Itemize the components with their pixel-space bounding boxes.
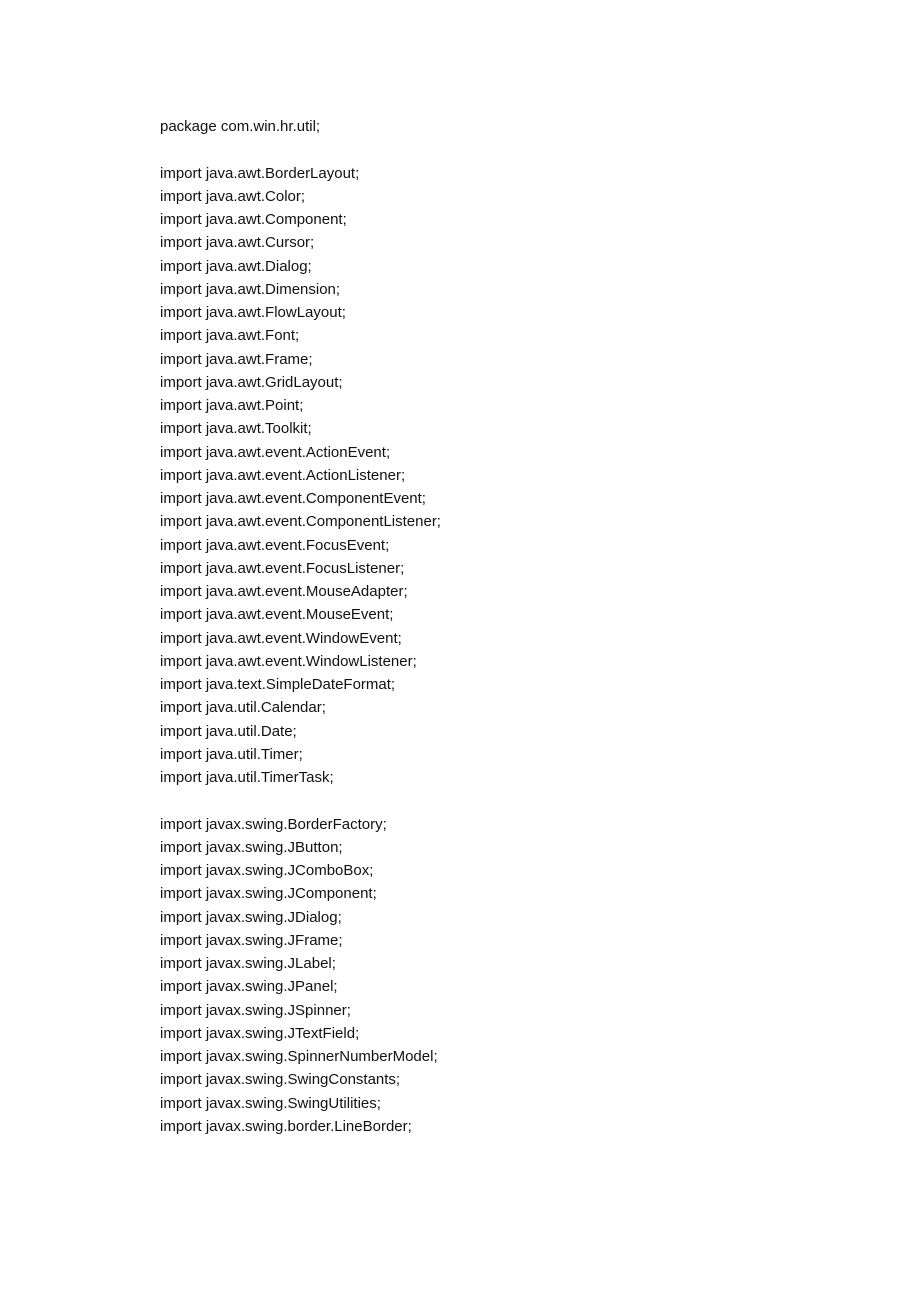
code-line: import java.awt.Dimension; xyxy=(160,278,920,301)
code-line: import java.awt.event.FocusListener; xyxy=(160,557,920,580)
code-line: package com.win.hr.util; xyxy=(160,115,920,138)
code-line: import javax.swing.JSpinner; xyxy=(160,999,920,1022)
code-line: import javax.swing.JTextField; xyxy=(160,1022,920,1045)
code-line: import java.awt.event.ComponentListener; xyxy=(160,510,920,533)
code-line: import java.awt.Toolkit; xyxy=(160,417,920,440)
code-line: import java.awt.event.ActionEvent; xyxy=(160,441,920,464)
code-line: import java.awt.FlowLayout; xyxy=(160,301,920,324)
code-line: import javax.swing.JPanel; xyxy=(160,975,920,998)
code-line: import java.util.Date; xyxy=(160,720,920,743)
code-line: import java.text.SimpleDateFormat; xyxy=(160,673,920,696)
code-line: import java.util.TimerTask; xyxy=(160,766,920,789)
code-line: import java.awt.event.ComponentEvent; xyxy=(160,487,920,510)
code-line: import javax.swing.border.LineBorder; xyxy=(160,1115,920,1138)
code-line: import java.awt.event.FocusEvent; xyxy=(160,534,920,557)
code-blank-line xyxy=(160,138,920,161)
code-line: import javax.swing.JDialog; xyxy=(160,906,920,929)
code-line: import javax.swing.SwingConstants; xyxy=(160,1068,920,1091)
code-line: import java.awt.Font; xyxy=(160,324,920,347)
code-line: import javax.swing.JComponent; xyxy=(160,882,920,905)
code-blank-line xyxy=(160,789,920,812)
code-line: import java.awt.Color; xyxy=(160,185,920,208)
code-line: import javax.swing.SwingUtilities; xyxy=(160,1092,920,1115)
code-line: import javax.swing.JFrame; xyxy=(160,929,920,952)
code-line: import javax.swing.JLabel; xyxy=(160,952,920,975)
code-line: import java.awt.event.MouseEvent; xyxy=(160,603,920,626)
code-line: import java.awt.Dialog; xyxy=(160,255,920,278)
code-line: import java.util.Calendar; xyxy=(160,696,920,719)
code-line: import javax.swing.JComboBox; xyxy=(160,859,920,882)
code-line: import javax.swing.BorderFactory; xyxy=(160,813,920,836)
code-line: import java.awt.Point; xyxy=(160,394,920,417)
code-line: import java.awt.Component; xyxy=(160,208,920,231)
code-line: import java.awt.BorderLayout; xyxy=(160,162,920,185)
code-line: import java.awt.event.ActionListener; xyxy=(160,464,920,487)
code-line: import java.awt.event.MouseAdapter; xyxy=(160,580,920,603)
code-line: import java.awt.event.WindowEvent; xyxy=(160,627,920,650)
code-line: import java.awt.Frame; xyxy=(160,348,920,371)
code-block: package com.win.hr.util; import java.awt.… xyxy=(160,115,920,1138)
code-line: import javax.swing.JButton; xyxy=(160,836,920,859)
code-line: import java.awt.event.WindowListener; xyxy=(160,650,920,673)
code-line: import java.awt.Cursor; xyxy=(160,231,920,254)
code-line: import java.awt.GridLayout; xyxy=(160,371,920,394)
code-line: import javax.swing.SpinnerNumberModel; xyxy=(160,1045,920,1068)
code-line: import java.util.Timer; xyxy=(160,743,920,766)
